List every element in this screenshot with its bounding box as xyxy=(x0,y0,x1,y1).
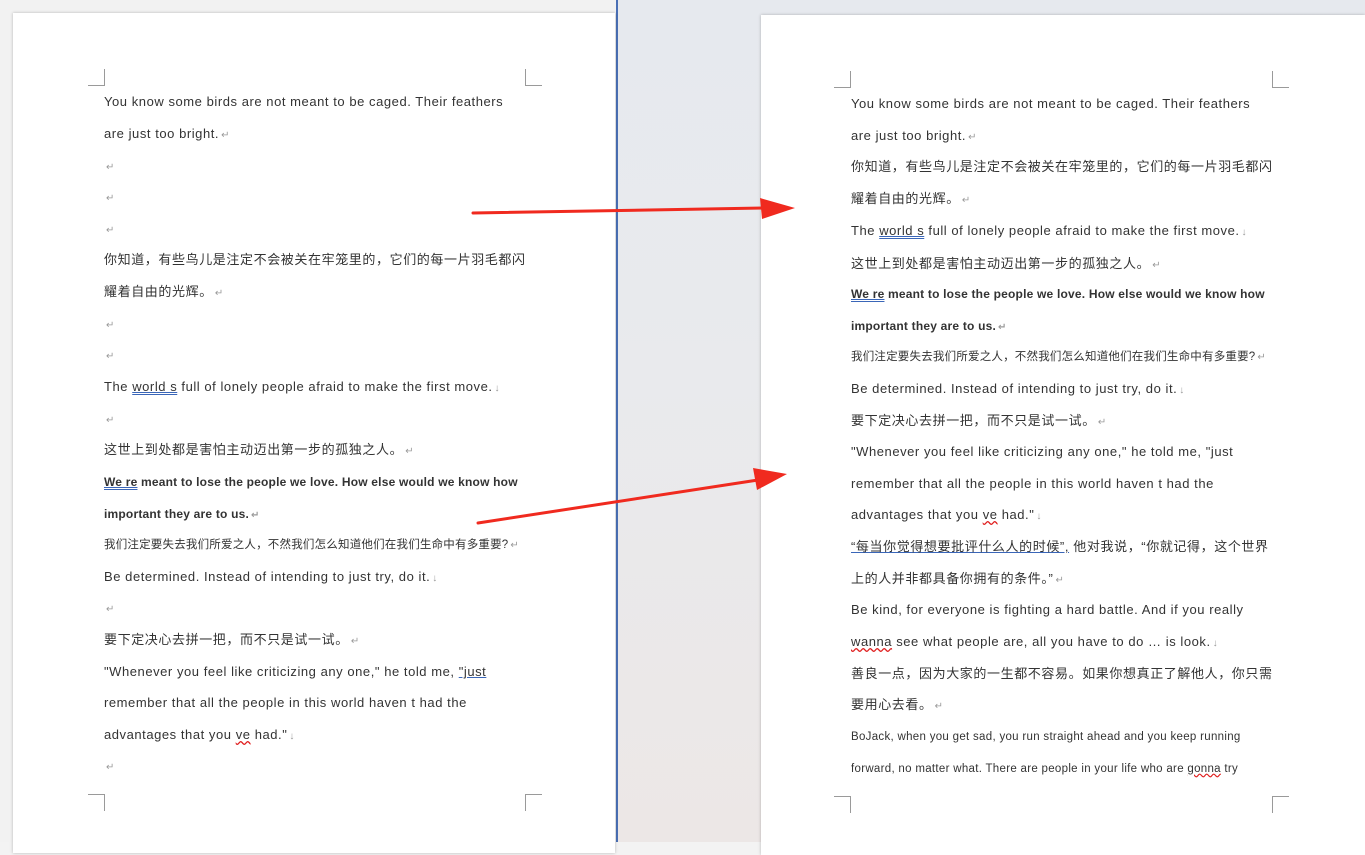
line-break-mark: ↓ xyxy=(432,573,438,584)
paragraph-line[interactable]: 这世上到处都是害怕主动迈出第一步的孤独之人。 ↵ xyxy=(851,255,1161,275)
line-break-mark: ↓ xyxy=(1241,227,1248,238)
paragraph-mark: ↵ xyxy=(106,351,115,362)
empty-paragraph[interactable]: ↵ xyxy=(104,220,115,240)
grammar-underline[interactable]: world s xyxy=(879,223,924,238)
paragraph-mark: ↵ xyxy=(405,446,415,457)
paragraph-line[interactable]: 你知道，有些鸟儿是注定不会被关在牢笼里的，它们的每一片羽毛都闪 xyxy=(104,251,526,269)
paragraph-line[interactable]: We re meant to lose the people we love. … xyxy=(104,473,518,491)
empty-paragraph[interactable]: ↵ xyxy=(104,188,115,208)
line-break-mark: ↓ xyxy=(1212,638,1219,649)
paragraph-line[interactable]: are just too bright. ↵ xyxy=(851,127,977,147)
paragraph-line[interactable]: important they are to us. ↵ xyxy=(851,317,1007,337)
paragraph-line[interactable]: wanna see what people are, all you have … xyxy=(851,633,1218,653)
paragraph-mark: ↵ xyxy=(998,322,1007,333)
paragraph-line[interactable]: 要下定决心去拼一把，而不只是试一试。 ↵ xyxy=(851,412,1107,432)
spelling-underline[interactable]: ve xyxy=(983,507,998,522)
spelling-underline[interactable]: gonna xyxy=(1187,763,1220,775)
document-page-right[interactable]: You know some birds are not meant to be … xyxy=(761,15,1365,855)
paragraph-mark: ↵ xyxy=(106,415,115,426)
paragraph-line[interactable]: "Whenever you feel like criticizing any … xyxy=(851,443,1233,461)
empty-paragraph[interactable]: ↵ xyxy=(104,157,115,177)
paragraph-line[interactable]: 上的人并非都具备你拥有的条件。” ↵ xyxy=(851,570,1064,590)
crop-mark-top-right xyxy=(525,69,542,86)
paragraph-line[interactable]: 耀着自由的光辉。 ↵ xyxy=(104,283,224,303)
paragraph-line[interactable]: 善良一点，因为大家的一生都不容易。如果你想真正了解他人，你只需 xyxy=(851,665,1273,683)
paragraph-line[interactable]: Be determined. Instead of intending to j… xyxy=(104,568,438,588)
paragraph-mark: ↵ xyxy=(214,288,224,299)
paragraph-mark: ↵ xyxy=(350,636,360,647)
paragraph-mark: ↵ xyxy=(961,195,971,206)
empty-paragraph[interactable]: ↵ xyxy=(104,315,115,335)
paragraph-line[interactable]: forward, no matter what. There are peopl… xyxy=(851,760,1238,778)
paragraph-line[interactable]: You know some birds are not meant to be … xyxy=(851,95,1250,113)
document-page-left[interactable]: You know some birds are not meant to be … xyxy=(13,13,615,853)
line-break-mark: ↓ xyxy=(494,383,501,394)
spelling-underline[interactable]: ve xyxy=(236,727,251,742)
paragraph-mark: ↵ xyxy=(1055,575,1065,586)
paragraph-line[interactable]: "Whenever you feel like criticizing any … xyxy=(104,663,486,681)
paragraph-line[interactable]: advantages that you ve had." ↓ xyxy=(851,506,1042,526)
paragraph-line[interactable]: 你知道，有些鸟儿是注定不会被关在牢笼里的，它们的每一片羽毛都闪 xyxy=(851,158,1273,176)
paragraph-line[interactable]: You know some birds are not meant to be … xyxy=(104,93,503,111)
paragraph-mark: ↵ xyxy=(510,540,519,551)
paragraph-mark: ↵ xyxy=(934,701,944,712)
paragraph-line[interactable]: 要下定决心去拼一把，而不只是试一试。 ↵ xyxy=(104,631,360,651)
paragraph-line[interactable]: important they are to us. ↵ xyxy=(104,505,260,525)
paragraph-line[interactable]: Be determined. Instead of intending to j… xyxy=(851,380,1185,400)
window-divider xyxy=(616,0,618,842)
paragraph-mark: ↵ xyxy=(251,510,260,521)
paragraph-line[interactable]: 耀着自由的光辉。 ↵ xyxy=(851,190,971,210)
paragraph-mark: ↵ xyxy=(106,762,115,773)
grammar-underline[interactable]: “每当你觉得想要批评什么人的时候”, xyxy=(851,539,1069,554)
paragraph-line[interactable]: We re meant to lose the people we love. … xyxy=(851,285,1265,303)
paragraph-line[interactable]: 我们注定要失去我们所爱之人，不然我们怎么知道他们在我们生命中有多重要? ↵ xyxy=(851,348,1266,367)
paragraph-mark: ↵ xyxy=(106,225,115,236)
grammar-underline[interactable]: We re xyxy=(104,475,137,489)
paragraph-line[interactable]: 这世上到处都是害怕主动迈出第一步的孤独之人。 ↵ xyxy=(104,441,414,461)
paragraph-mark: ↵ xyxy=(106,604,115,615)
paragraph-mark: ↵ xyxy=(968,132,977,143)
paragraph-line[interactable]: The world s full of lonely people afraid… xyxy=(851,222,1247,242)
paragraph-line[interactable]: 要用心去看。 ↵ xyxy=(851,696,944,716)
paragraph-mark: ↵ xyxy=(1152,260,1162,271)
spelling-underline[interactable]: wanna xyxy=(851,634,892,649)
crop-mark-top-right xyxy=(1272,71,1289,88)
empty-paragraph[interactable]: ↵ xyxy=(104,410,115,430)
paragraph-line[interactable]: BoJack, when you get sad, you run straig… xyxy=(851,728,1241,746)
crop-mark-bottom-right xyxy=(1272,796,1289,813)
paragraph-line[interactable]: remember that all the people in this wor… xyxy=(104,694,467,712)
paragraph-line[interactable]: remember that all the people in this wor… xyxy=(851,475,1214,493)
crop-mark-bottom-right xyxy=(525,794,542,811)
paragraph-line[interactable]: Be kind, for everyone is fighting a hard… xyxy=(851,601,1244,619)
crop-mark-top-left xyxy=(88,69,105,86)
crop-mark-bottom-left xyxy=(834,796,851,813)
paragraph-line[interactable]: The world s full of lonely people afraid… xyxy=(104,378,500,398)
line-break-mark: ↓ xyxy=(1036,511,1042,522)
empty-paragraph[interactable]: ↵ xyxy=(104,346,115,366)
line-break-mark: ↓ xyxy=(1179,385,1185,396)
paragraph-line[interactable]: 我们注定要失去我们所爱之人，不然我们怎么知道他们在我们生命中有多重要? ↵ xyxy=(104,536,519,555)
paragraph-mark: ↵ xyxy=(106,162,115,173)
paragraph-mark: ↵ xyxy=(221,130,230,141)
grammar-underline[interactable]: We re xyxy=(851,287,884,301)
paragraph-line[interactable]: advantages that you ve had." ↓ xyxy=(104,726,295,746)
paragraph-line[interactable]: are just too bright. ↵ xyxy=(104,125,230,145)
paragraph-mark: ↵ xyxy=(106,193,115,204)
paragraph-line[interactable]: “每当你觉得想要批评什么人的时候”, 他对我说，“你就记得，这个世界 xyxy=(851,538,1269,556)
paragraph-mark: ↵ xyxy=(1257,352,1266,363)
empty-paragraph[interactable]: ↵ xyxy=(104,757,115,777)
line-break-mark: ↓ xyxy=(289,731,295,742)
grammar-underline[interactable]: "just xyxy=(459,664,487,679)
crop-mark-bottom-left xyxy=(88,794,105,811)
paragraph-mark: ↵ xyxy=(1097,417,1107,428)
grammar-underline[interactable]: world s xyxy=(132,379,177,394)
paragraph-mark: ↵ xyxy=(106,320,115,331)
empty-paragraph[interactable]: ↵ xyxy=(104,599,115,619)
crop-mark-top-left xyxy=(834,71,851,88)
